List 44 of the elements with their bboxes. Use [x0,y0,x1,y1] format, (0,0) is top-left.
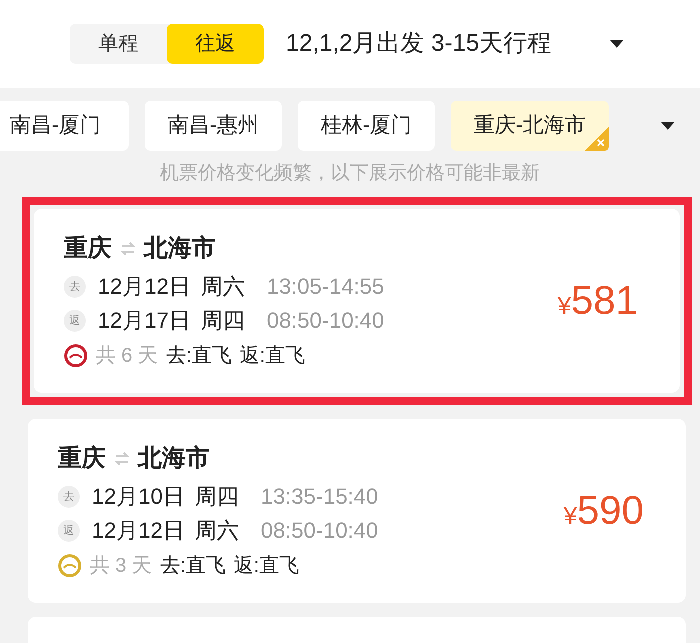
swap-icon [120,240,136,256]
origin-city: 重庆 [58,444,106,474]
flight-time: 08:50-10:40 [266,306,384,334]
trip-duration: 共 6 天 [96,344,158,368]
leg-tag: 返 [64,310,86,332]
flight-weekday: 周四 [194,482,239,510]
flight-time: 13:35-15:40 [260,482,378,510]
return-info: 返:直飞 [240,344,306,368]
flight-card[interactable]: 重庆 北海市 去 12月10日 周四 13:35-15:40 返 12月12日 周六 08:50-10:40 共 3 天 去:直飞 返:直飞 ¥590 [28,418,686,602]
flight-weekday: 周六 [200,272,245,300]
flight-card[interactable]: 重庆 北海市 去 12月12日 周六 13:05-14:55 返 12月17日 周四 08:50-10:40 共 6 天 去:直飞 返:直飞 ¥581 [34,208,680,392]
return-info: 返:直飞 [234,554,300,578]
date-filter[interactable]: 12,1,2月出发 3-15天行程 [286,26,609,62]
leg-tag: 去 [58,486,80,508]
trip-type-tab[interactable]: 单程 [70,24,167,64]
route-chip[interactable]: 南昌-厦门 [0,101,129,151]
currency-symbol: ¥ [564,502,578,532]
price: 581 [571,278,638,324]
outbound-info: 去:直飞 [160,554,226,578]
swap-icon [114,450,130,466]
leg-tag: 去 [64,276,86,298]
trip-duration: 共 3 天 [90,554,152,578]
flight-weekday: 周四 [200,306,245,334]
outbound-info: 去:直飞 [166,344,232,368]
origin-city: 重庆 [64,234,112,264]
more-routes-caret-icon[interactable] [660,121,676,131]
trip-type-tab[interactable]: 往返 [167,24,264,64]
destination-city: 北海市 [138,444,210,474]
route-chip[interactable]: 桂林-厦门 [298,101,435,151]
flight-time: 08:50-10:40 [260,516,378,544]
leg-tag: 返 [58,520,80,542]
currency-symbol: ¥ [558,292,572,322]
flight-date: 12月12日 [98,272,191,300]
price-notice: 机票价格变化频繁，以下展示价格可能非最新 [160,163,540,184]
route-chip[interactable]: 重庆-北海市 [451,101,609,151]
destination-city: 北海市 [144,234,216,264]
flight-weekday: 周六 [194,516,239,544]
flight-date: 12月12日 [92,516,185,544]
price: 590 [577,488,644,534]
flight-time: 13:05-14:55 [266,272,384,300]
route-chip[interactable]: 南昌-惠州 [145,101,282,151]
flight-date: 12月10日 [92,482,185,510]
dropdown-caret-icon[interactable] [609,39,625,49]
flight-date: 12月17日 [98,306,191,334]
